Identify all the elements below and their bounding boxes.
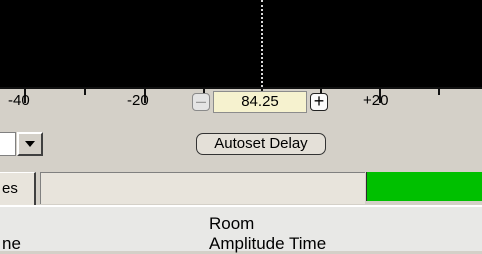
ruler-minor-tick	[438, 87, 440, 95]
level-indicator-bar	[366, 172, 482, 201]
column-header-room: Room	[209, 214, 255, 233]
table-header-area: ne Room Amplitude Time	[0, 207, 482, 253]
column-header-amplitude-time: Amplitude Time	[209, 234, 327, 253]
tab-partial[interactable]: es	[0, 172, 36, 206]
chevron-down-icon	[25, 141, 35, 147]
status-field	[40, 172, 365, 204]
delay-value-field[interactable]: 84.25	[213, 91, 307, 113]
increment-delay-button[interactable]: +	[310, 92, 328, 111]
ruler-minor-tick	[84, 87, 86, 95]
ruler-label-plus-20: +20	[363, 92, 389, 109]
scope-display	[0, 0, 482, 87]
dropdown-toggle-button[interactable]	[17, 132, 43, 156]
center-marker-line	[261, 0, 263, 87]
autoset-delay-button[interactable]: Autoset Delay	[196, 133, 326, 155]
ruler-label-minus-40: -40	[8, 92, 30, 109]
ruler-label-minus-20: -20	[127, 92, 149, 109]
column-header-partial: ne	[2, 234, 21, 253]
ruler-baseline	[0, 87, 482, 89]
dropdown-select-field[interactable]	[0, 132, 16, 156]
decrement-delay-button[interactable]: –	[192, 92, 210, 111]
